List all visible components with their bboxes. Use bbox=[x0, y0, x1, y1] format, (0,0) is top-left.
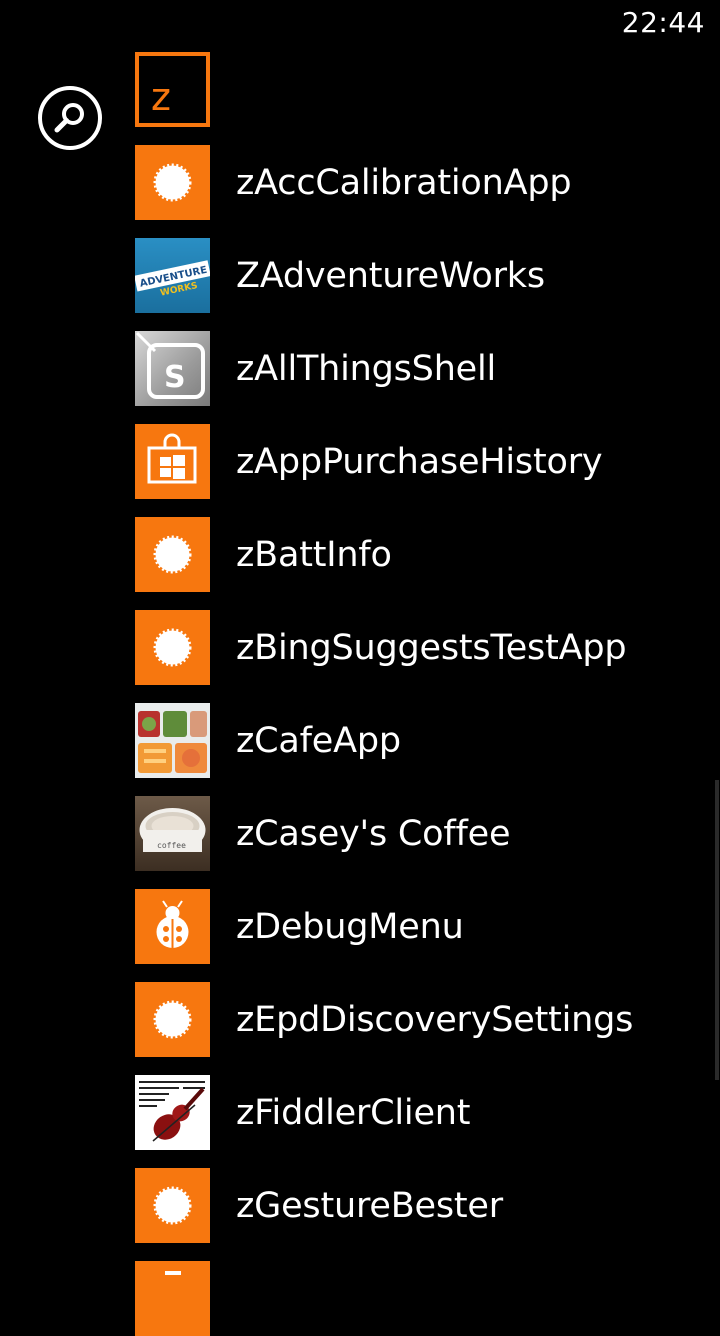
app-item-zepddiscoverysettings[interactable]: zEpdDiscoverySettings bbox=[135, 982, 720, 1057]
app-list: zAccCalibrationApp ADVENTURE WORKS ZAdve… bbox=[0, 0, 720, 1336]
app-item-zbingsuggeststestapp[interactable]: zBingSuggestsTestApp bbox=[135, 610, 720, 685]
app-item-zgesturebester[interactable]: zGestureBester bbox=[135, 1168, 720, 1243]
app-item-zacccalibrationapp[interactable]: zAccCalibrationApp bbox=[135, 145, 720, 220]
store-bag-icon bbox=[135, 424, 210, 499]
app-item-zdebugmenu[interactable]: zDebugMenu bbox=[135, 889, 720, 964]
app-item-partial[interactable] bbox=[135, 1261, 720, 1336]
app-item-zcafeapp[interactable]: zCafeApp bbox=[135, 703, 720, 778]
svg-text:coffee: coffee bbox=[157, 841, 186, 850]
gear-icon bbox=[135, 982, 210, 1057]
app-item-zfiddlerclient[interactable]: zFiddlerClient bbox=[135, 1075, 720, 1150]
violin-icon bbox=[135, 1075, 210, 1150]
ladybug-icon bbox=[135, 889, 210, 964]
scrollbar[interactable] bbox=[715, 780, 719, 1080]
app-label: zFiddlerClient bbox=[236, 1092, 471, 1133]
gear-icon bbox=[135, 610, 210, 685]
gear-icon bbox=[135, 145, 210, 220]
app-label: zBingSuggestsTestApp bbox=[236, 627, 627, 668]
app-label: zDebugMenu bbox=[236, 906, 464, 947]
app-label: zCafeApp bbox=[236, 720, 401, 761]
app-item-zadventureworks[interactable]: ADVENTURE WORKS ZAdventureWorks bbox=[135, 238, 720, 313]
adventure-works-logo-icon: ADVENTURE WORKS bbox=[135, 238, 210, 313]
food-tray-icon bbox=[135, 703, 210, 778]
gear-icon bbox=[135, 1168, 210, 1243]
app-label: zEpdDiscoverySettings bbox=[236, 999, 634, 1040]
app-label: zAllThingsShell bbox=[236, 348, 497, 389]
gear-icon bbox=[135, 1261, 210, 1336]
coffee-cup-icon: coffee bbox=[135, 796, 210, 871]
app-item-zcaseys-coffee[interactable]: coffee zCasey's Coffee bbox=[135, 796, 720, 871]
svg-text:S: S bbox=[164, 360, 186, 395]
app-label: ZAdventureWorks bbox=[236, 255, 545, 296]
app-label: zBattInfo bbox=[236, 534, 392, 575]
app-item-zbattinfo[interactable]: zBattInfo bbox=[135, 517, 720, 592]
app-item-zapppurchasehistory[interactable]: zAppPurchaseHistory bbox=[135, 424, 720, 499]
app-label: zGestureBester bbox=[236, 1185, 503, 1226]
shell-s-icon: S bbox=[135, 331, 210, 406]
app-item-zallthingsshell[interactable]: S zAllThingsShell bbox=[135, 331, 720, 406]
gear-icon bbox=[135, 517, 210, 592]
app-label: zAccCalibrationApp bbox=[236, 162, 572, 203]
app-label: zCasey's Coffee bbox=[236, 813, 511, 854]
app-label: zAppPurchaseHistory bbox=[236, 441, 603, 482]
